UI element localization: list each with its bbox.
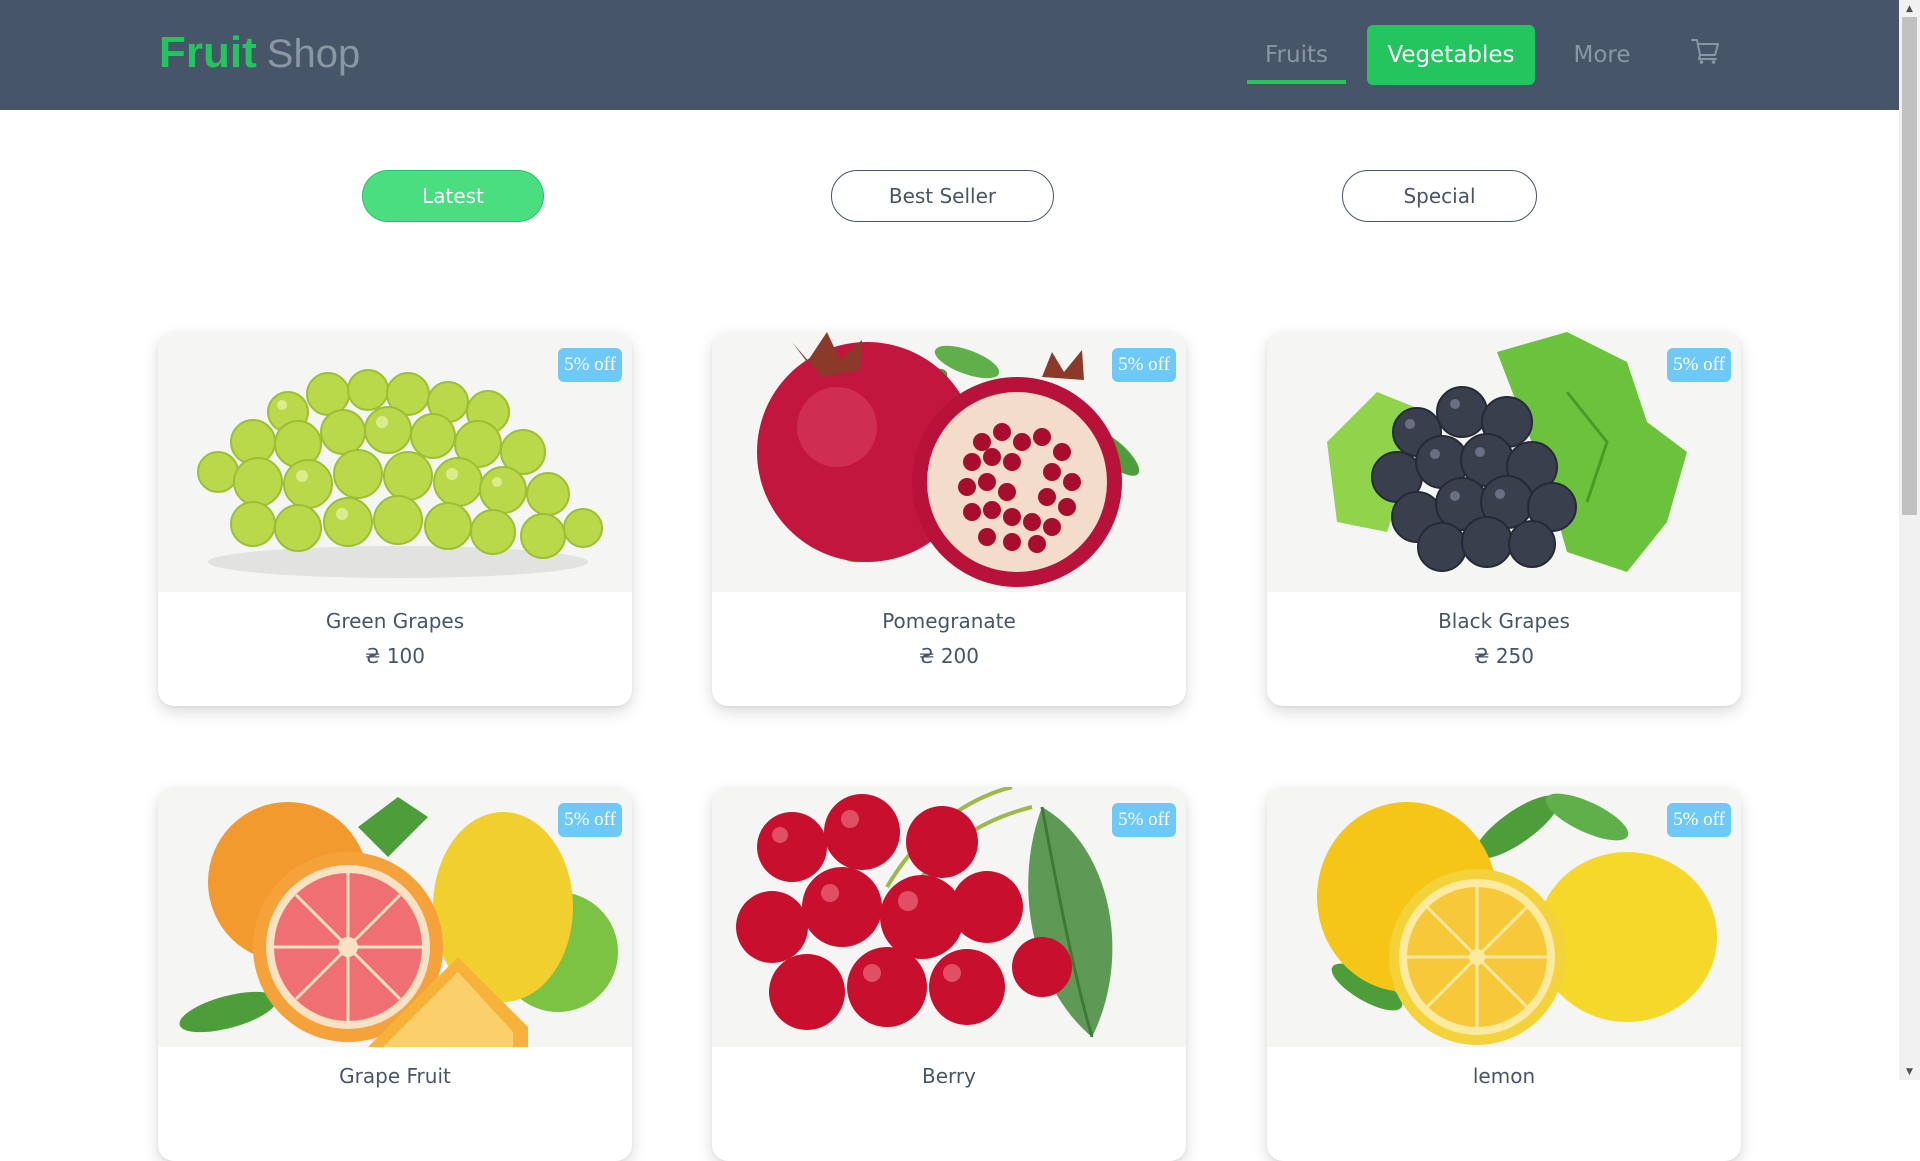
filter-best-seller-button[interactable]: Best Seller — [831, 170, 1054, 222]
product-name: Grape Fruit — [339, 1064, 451, 1088]
cart-icon[interactable] — [1690, 36, 1720, 66]
product-price: ₴ 250 — [1473, 644, 1534, 668]
filter-latest-button[interactable]: Latest — [362, 170, 544, 222]
product-card[interactable]: 5% off Berry — [712, 787, 1186, 1161]
discount-badge: 5% off — [1112, 803, 1176, 837]
product-price: ₴ 100 — [364, 644, 425, 668]
brand-sub-text: Shop — [266, 32, 361, 76]
brand-logo[interactable]: Fruit Shop — [159, 28, 360, 78]
product-card[interactable]: 5% off Black Grapes ₴ 250 — [1267, 332, 1741, 706]
product-card[interactable]: 5% off Green Grapes ₴ 100 — [158, 332, 632, 706]
brand-main-text: Fruit — [159, 28, 257, 77]
nav-fruits-link[interactable]: Fruits — [1247, 25, 1346, 85]
discount-badge: 5% off — [1667, 803, 1731, 837]
nav-active-underline — [1247, 80, 1346, 84]
discount-badge: 5% off — [558, 348, 622, 382]
product-name: Black Grapes — [1438, 609, 1570, 633]
product-name: lemon — [1472, 1064, 1536, 1088]
discount-badge: 5% off — [558, 803, 622, 837]
discount-badge: 5% off — [1667, 348, 1731, 382]
scroll-down-arrow-icon[interactable]: ▼ — [1899, 1063, 1920, 1080]
filter-special-button[interactable]: Special — [1342, 170, 1537, 222]
product-card[interactable]: 5% off Grape Fruit — [158, 787, 632, 1161]
product-name: Green Grapes — [325, 609, 465, 633]
nav-vegetables-button[interactable]: Vegetables — [1367, 25, 1535, 85]
discount-badge: 5% off — [1112, 348, 1176, 382]
top-navbar: Fruit Shop Fruits Vegetables More — [0, 0, 1899, 110]
product-card[interactable]: 5% off lemon — [1267, 787, 1741, 1161]
product-name: Berry — [922, 1064, 976, 1088]
nav-more-link[interactable]: More — [1560, 25, 1644, 85]
product-price: ₴ 200 — [918, 644, 979, 668]
page-scrollbar[interactable]: ▲ ▼ — [1899, 0, 1920, 1080]
scroll-up-arrow-icon[interactable]: ▲ — [1899, 0, 1920, 17]
scrollbar-thumb[interactable] — [1902, 17, 1917, 515]
product-name: Pomegranate — [882, 609, 1016, 633]
product-card[interactable]: 5% off Pomegranate ₴ 200 — [712, 332, 1186, 706]
